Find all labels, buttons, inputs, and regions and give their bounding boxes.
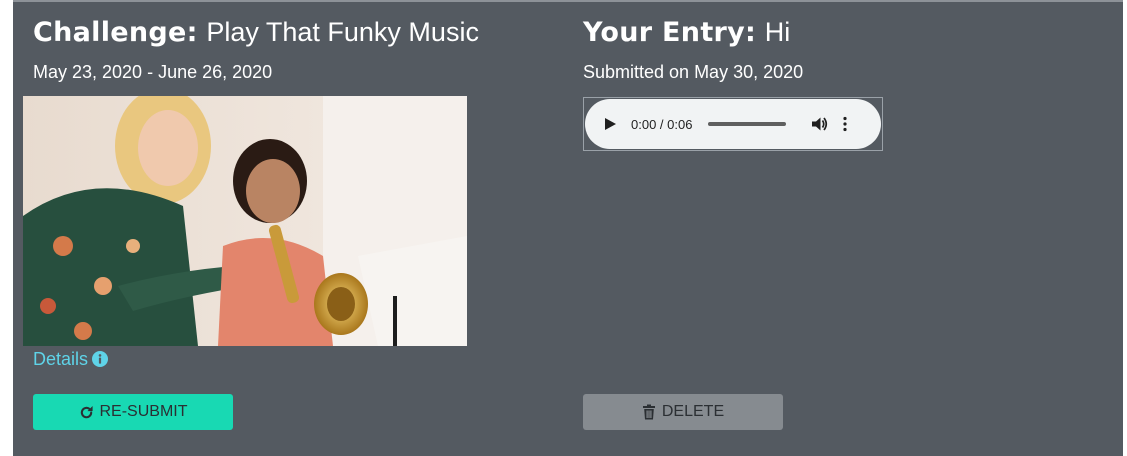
resubmit-button[interactable]: RE-SUBMIT [33,394,233,430]
challenge-label: Challenge: [33,17,198,48]
more-vertical-icon[interactable] [842,116,848,132]
audio-player-frame: 0:00 / 0:06 [583,97,883,151]
details-link-label: Details [33,349,89,369]
challenge-heading: Challenge: Play That Funky Music [33,14,479,51]
audio-progress-bar[interactable] [708,122,787,126]
entry-title: Hi [764,17,791,47]
trash-icon [642,404,655,420]
play-icon[interactable] [603,117,617,131]
audio-player[interactable]: 0:00 / 0:06 [585,99,881,149]
redo-icon [80,405,93,418]
details-link[interactable]: Details [33,347,109,371]
challenge-entry-panel: Challenge: Play That Funky Music May 23,… [13,0,1123,456]
delete-button[interactable]: DELETE [583,394,783,430]
volume-icon[interactable] [810,115,828,133]
audio-time: 0:00 / 0:06 [631,116,693,132]
delete-button-label: DELETE [661,403,725,420]
resubmit-button-label: RE-SUBMIT [99,403,188,420]
entry-heading: Your Entry: Hi [583,14,790,51]
entry-label: Your Entry: [583,17,757,48]
challenge-dates: May 23, 2020 - June 26, 2020 [33,62,273,82]
challenge-image [23,96,467,346]
info-circle-icon [92,351,109,367]
challenge-title: Play That Funky Music [206,17,479,47]
entry-submitted-date: Submitted on May 30, 2020 [583,62,804,82]
